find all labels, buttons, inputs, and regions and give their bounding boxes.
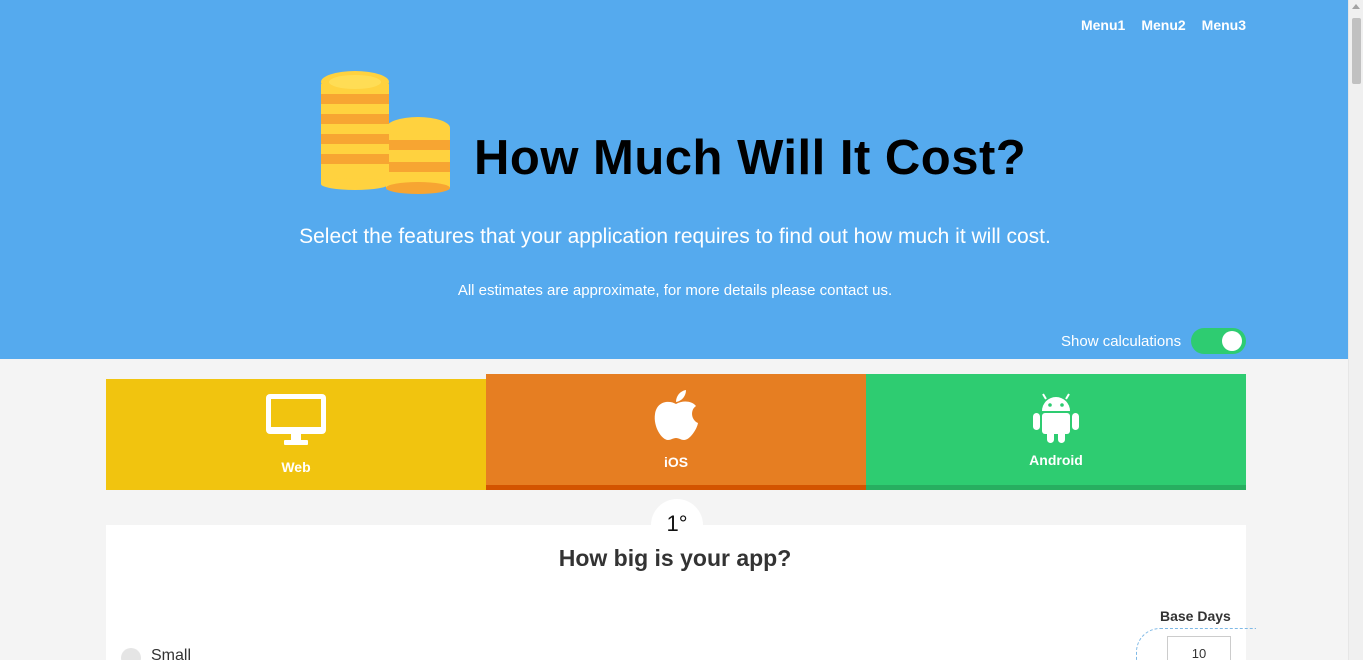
monitor-icon — [266, 394, 326, 445]
toggle-knob — [1222, 331, 1242, 351]
menu-item-3[interactable]: Menu3 — [1202, 17, 1246, 33]
top-menu: Menu1 Menu2 Menu3 — [1081, 17, 1246, 33]
hero-note: All estimates are approximate, for more … — [457, 282, 893, 299]
apple-icon — [654, 390, 698, 440]
platform-android-tile[interactable]: Android — [866, 374, 1246, 490]
menu-item-1[interactable]: Menu1 — [1081, 17, 1125, 33]
coins-stack-icon — [321, 71, 450, 194]
show-calculations-label: Show calculations — [1061, 333, 1182, 350]
android-icon — [1033, 393, 1079, 443]
hero-section: Menu1 Menu2 Menu3 How Much Will It Cost?… — [0, 0, 1348, 359]
base-days-label: Base Days — [1160, 608, 1231, 624]
platform-ios-label: iOS — [663, 454, 689, 470]
platform-android-label: Android — [1029, 452, 1083, 468]
page-title: How Much Will It Cost? — [474, 131, 1027, 185]
menu-item-2[interactable]: Menu2 — [1141, 17, 1185, 33]
step-number-badge: 1° — [651, 499, 703, 551]
page-scrollbar[interactable] — [1348, 0, 1363, 660]
platform-web-label: Web — [281, 459, 311, 475]
base-days-input[interactable] — [1167, 636, 1231, 660]
step-question: How big is your app? — [558, 545, 792, 571]
size-option-small-label: Small — [151, 647, 192, 660]
show-calculations-toggle[interactable] — [1191, 328, 1246, 354]
hero-subtitle: Select the features that your applicatio… — [299, 225, 1051, 248]
platform-web-tile[interactable]: Web — [106, 379, 486, 490]
platform-ios-tile[interactable]: iOS — [486, 374, 866, 490]
scroll-thumb[interactable] — [1352, 18, 1361, 84]
scroll-up-arrow-icon[interactable] — [1352, 4, 1360, 9]
